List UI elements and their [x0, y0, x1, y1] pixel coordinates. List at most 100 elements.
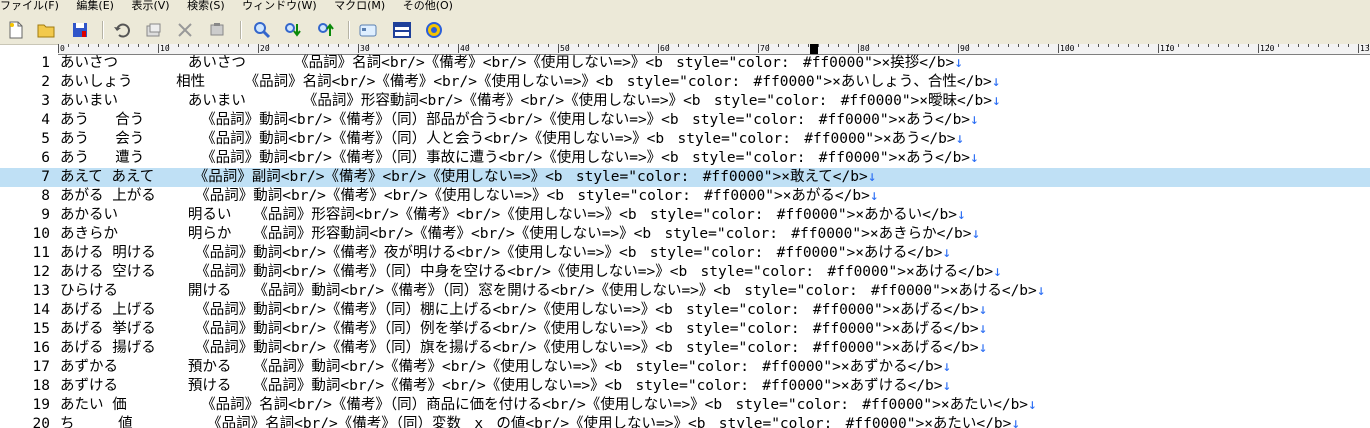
line-text: あう 遭う ﾠ《品詞》動詞<br/>《備考》（同）事故に遭う<br/>《使用しな… [60, 149, 979, 168]
ruler-tick [88, 44, 89, 47]
editor-line[interactable]: 18 あずける 預ける ﾠ《品詞》動詞<br/>《備考》<br/>《使用しない=>… [0, 377, 1370, 396]
find-icon[interactable] [252, 20, 272, 40]
copy-icon[interactable] [144, 20, 164, 40]
menu-view[interactable]: 表示(V) [131, 0, 169, 12]
editor-line[interactable]: 16 あげる 揚げる ﾠ《品詞》動詞<br/>《備考》（同）旗を揚げる<br/>《… [0, 339, 1370, 358]
paste-icon[interactable] [207, 20, 227, 40]
ruler-tick [928, 44, 929, 47]
ruler-tick [1288, 44, 1289, 47]
ruler-tick [518, 44, 519, 47]
ruler-tick [318, 44, 319, 47]
newline-mark-icon: ↓ [978, 340, 988, 356]
help-icon[interactable] [424, 20, 444, 40]
ruler-tick [1278, 44, 1279, 47]
ruler-tick [778, 44, 779, 47]
editor-line[interactable]: 7 あえて あえて ﾠ《品詞》副詞<br/>《備考》<br/>《使用しない=>》<… [0, 168, 1370, 187]
cut-icon[interactable] [175, 20, 195, 40]
line-number: 15 [32, 321, 50, 337]
newline-mark-icon: ↓ [1028, 397, 1037, 413]
editor-line[interactable]: 11 あける 明ける ﾠ《品詞》動詞<br/>《備考》夜が明ける<br/>《使用し… [0, 244, 1370, 263]
ruler-number: 70 [760, 44, 770, 53]
editor-line[interactable]: 9 あかるい 明るい ﾠ《品詞》形容詞<br/>《備考》<br/>《使用しない=>… [0, 206, 1370, 225]
ruler-tick [798, 44, 799, 47]
line-text: あずける 預ける ﾠ《品詞》動詞<br/>《備考》<br/>《使用しない=>》<… [60, 377, 951, 396]
menu-edit[interactable]: 編集(E) [76, 0, 114, 12]
ruler-tick [1328, 44, 1329, 47]
ruler-tick [808, 44, 809, 47]
ruler-tick [68, 44, 69, 47]
line-number: 12 [32, 264, 50, 280]
ruler-tick [418, 44, 419, 47]
editor-line[interactable]: 2 あいしょう 相性 ﾠ《品詞》名詞<br/>《備考》<br/>《使用しない=>》… [0, 73, 1370, 92]
editor-line[interactable]: 3 あいまい あいまい ﾠ《品詞》形容動詞<br/>《備考》<br/>《使用しない… [0, 92, 1370, 111]
new-file-icon[interactable] [6, 20, 26, 40]
ruler-tick [78, 44, 79, 47]
line-number: 8 [41, 188, 50, 204]
ruler-tick [1088, 44, 1089, 47]
ruler-tick [108, 44, 109, 47]
menu-search[interactable]: 検索(S) [187, 0, 225, 12]
line-number: 9 [41, 207, 50, 223]
editor-line[interactable]: 20 ち 値 ﾠ《品詞》名詞<br/>《備考》（同）変数ﾠxﾠの値<br/>《使用… [0, 415, 1370, 428]
ruler-number: 110 [1160, 44, 1175, 53]
line-content: あかるい 明るい ﾠ《品詞》形容詞<br/>《備考》<br/>《使用しない=>》… [60, 207, 958, 223]
undo-icon[interactable] [112, 20, 132, 40]
ruler-tick [708, 44, 709, 47]
ruler-tick [148, 44, 149, 47]
line-text: あたい 価 ﾠ《品詞》名詞<br/>《備考》（同）商品に価を付ける<br/>《使… [60, 396, 1037, 415]
line-text: あがる 上がる ﾠ《品詞》動詞<br/>《備考》<br/>《使用しない=>》<b… [60, 187, 879, 206]
ruler-tick [1318, 44, 1319, 47]
editor-line[interactable]: 4 あう 合う ﾠ《品詞》動詞<br/>《備考》（同）部品が合う<br/>《使用し… [0, 111, 1370, 130]
line-number: 2 [41, 74, 50, 90]
menu-macro[interactable]: マクロ(M) [334, 0, 385, 12]
ruler-tick [1238, 44, 1239, 47]
menu-other[interactable]: その他(O) [403, 0, 453, 12]
save-icon[interactable] [70, 20, 90, 40]
ruler-tick [878, 44, 879, 47]
newline-mark-icon: ↓ [954, 55, 963, 71]
open-folder-icon[interactable] [36, 20, 56, 40]
editor-line[interactable]: 5 あう 会う ﾠ《品詞》動詞<br/>《備考》（同）人と会う<br/>《使用しな… [0, 130, 1370, 149]
editor-line[interactable]: 13 ひらける 開ける ﾠ《品詞》動詞<br/>《備考》（同）窓を開ける<br/>… [0, 282, 1370, 301]
ruler-tick [358, 44, 359, 53]
menu-file[interactable]: ファイル(F) [0, 0, 59, 12]
ruler-tick [1148, 44, 1149, 47]
ruler-tick [1248, 44, 1249, 47]
menu-bar: ファイル(F) 編集(E) 表示(V) 検索(S) ウィンドウ(W) マクロ(M… [0, 0, 1370, 12]
line-text: あう 会う ﾠ《品詞》動詞<br/>《備考》（同）人と会う<br/>《使用しない… [60, 130, 964, 149]
ruler-tick [1018, 44, 1019, 47]
ruler-tick [838, 44, 839, 47]
line-text: ち 値 ﾠ《品詞》名詞<br/>《備考》（同）変数ﾠxﾠの値<br/>《使用しな… [60, 415, 1020, 428]
find-next-icon[interactable] [283, 20, 303, 40]
ruler-tick [1308, 44, 1309, 47]
editor-line[interactable]: 1 あいさつ あいさつ ﾠ《品詞》名詞<br/>《備考》<br/>《使用しない=>… [0, 54, 1370, 73]
ruler-number: 90 [960, 44, 970, 53]
menu-window[interactable]: ウィンドウ(W) [242, 0, 316, 12]
toolbar-separator [102, 21, 104, 39]
line-text: あける 空ける ﾠ《品詞》動詞<br/>《備考》（同）中身を空ける<br/>《使… [60, 263, 1002, 282]
line-text: あえて あえて ﾠ《品詞》副詞<br/>《備考》<br/>《使用しない=>》<b… [60, 168, 876, 187]
ruler-tick [1078, 44, 1079, 47]
editor-line[interactable]: 17 あずかる 預かる ﾠ《品詞》動詞<br/>《備考》<br/>《使用しない=>… [0, 358, 1370, 377]
ruler-tick [428, 44, 429, 47]
editor-line[interactable]: 10 あきらか 明らか ﾠ《品詞》形容動詞<br/>《備考》<br/>《使用しない… [0, 225, 1370, 244]
editor-text-area[interactable]: 1 あいさつ あいさつ ﾠ《品詞》名詞<br/>《備考》<br/>《使用しない=>… [0, 54, 1370, 428]
window-split-icon[interactable] [392, 20, 412, 40]
editor-line[interactable]: 12 あける 空ける ﾠ《品詞》動詞<br/>《備考》（同）中身を空ける<br/>… [0, 263, 1370, 282]
editor-line[interactable]: 14 あげる 上げる ﾠ《品詞》動詞<br/>《備考》（同）棚に上げる<br/>《… [0, 301, 1370, 320]
screen-icon[interactable] [358, 20, 378, 40]
editor-line[interactable]: 19 あたい 価 ﾠ《品詞》名詞<br/>《備考》（同）商品に価を付ける<br/>… [0, 396, 1370, 415]
ruler-tick [438, 44, 439, 47]
editor-line[interactable]: 15 あげる 挙げる ﾠ《品詞》動詞<br/>《備考》（同）例を挙げる<br/>《… [0, 320, 1370, 339]
ruler-tick [648, 44, 649, 47]
ruler-tick [858, 44, 859, 53]
newline-mark-icon: ↓ [867, 169, 877, 185]
ruler-tick [158, 44, 159, 53]
ruler-tick [98, 44, 99, 47]
ruler-tick [448, 44, 449, 47]
ruler-number: 130 [1360, 44, 1370, 53]
editor-line[interactable]: 8 あがる 上がる ﾠ《品詞》動詞<br/>《備考》<br/>《使用しない=>》<… [0, 187, 1370, 206]
line-content: あいしょう 相性 ﾠ《品詞》名詞<br/>《備考》<br/>《使用しない=>》<… [60, 74, 992, 90]
find-prev-icon[interactable] [316, 20, 336, 40]
editor-line[interactable]: 6 あう 遭う ﾠ《品詞》動詞<br/>《備考》（同）事故に遭う<br/>《使用し… [0, 149, 1370, 168]
